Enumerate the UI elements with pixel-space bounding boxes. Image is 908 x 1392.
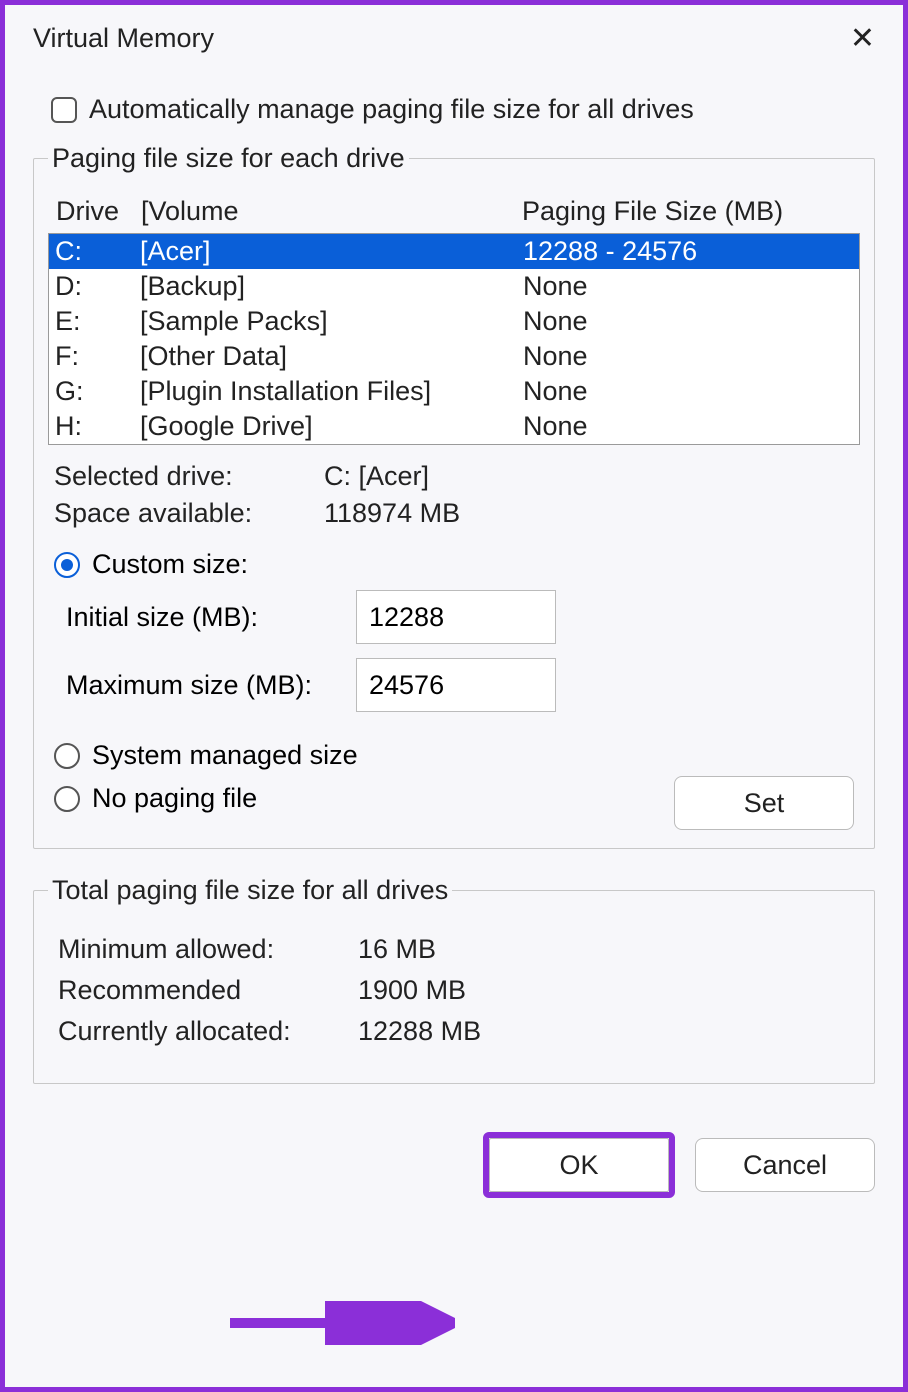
paging-per-drive-group: Paging file size for each drive Drive [V… xyxy=(33,143,875,849)
ok-button[interactable]: OK xyxy=(489,1138,669,1192)
drive-paging-size: None xyxy=(523,306,853,337)
drive-letter: F: xyxy=(55,341,140,372)
paging-per-drive-legend: Paging file size for each drive xyxy=(48,143,409,174)
currently-allocated-label: Currently allocated: xyxy=(58,1016,358,1047)
drive-volume: [Sample Packs] xyxy=(140,306,523,337)
drive-paging-size: 12288 - 24576 xyxy=(523,236,853,267)
ok-highlight: OK xyxy=(483,1132,675,1198)
drive-row[interactable]: D:[Backup]None xyxy=(49,269,859,304)
selected-drive-label: Selected drive: xyxy=(54,461,324,492)
custom-size-radio-row[interactable]: Custom size: xyxy=(48,535,860,586)
drive-row[interactable]: H:[Google Drive]None xyxy=(49,409,859,444)
drive-volume: [Other Data] xyxy=(140,341,523,372)
currently-allocated-value: 12288 MB xyxy=(358,1016,481,1047)
drive-volume: [Acer] xyxy=(140,236,523,267)
total-paging-legend: Total paging file size for all drives xyxy=(48,875,452,906)
drive-letter: C: xyxy=(55,236,140,267)
space-available-label: Space available: xyxy=(54,498,324,529)
cancel-button[interactable]: Cancel xyxy=(695,1138,875,1192)
no-paging-radio[interactable] xyxy=(54,786,80,812)
drive-volume: [Backup] xyxy=(140,271,523,302)
initial-size-label: Initial size (MB): xyxy=(66,602,356,633)
drive-paging-size: None xyxy=(523,411,853,442)
dialog-buttons: OK Cancel xyxy=(5,1110,903,1220)
minimum-allowed-label: Minimum allowed: xyxy=(58,934,358,965)
drive-letter: G: xyxy=(55,376,140,407)
system-managed-radio-row[interactable]: System managed size xyxy=(48,726,860,777)
selected-drive-value: C: [Acer] xyxy=(324,461,429,492)
header-size: Paging File Size (MB) xyxy=(522,196,852,227)
set-button[interactable]: Set xyxy=(674,776,854,830)
drive-row[interactable]: F:[Other Data]None xyxy=(49,339,859,374)
drive-volume: [Google Drive] xyxy=(140,411,523,442)
drive-paging-size: None xyxy=(523,376,853,407)
close-icon[interactable]: ✕ xyxy=(850,24,875,54)
initial-size-input[interactable] xyxy=(356,590,556,644)
auto-manage-checkbox[interactable] xyxy=(51,97,77,123)
no-paging-label: No paging file xyxy=(92,783,257,814)
drive-letter: D: xyxy=(55,271,140,302)
drive-volume: [Plugin Installation Files] xyxy=(140,376,523,407)
drive-list-header: Drive [Volume Paging File Size (MB) xyxy=(48,188,860,233)
header-volume: [Volume xyxy=(141,196,522,227)
auto-manage-label: Automatically manage paging file size fo… xyxy=(89,94,694,125)
drive-list[interactable]: C:[Acer]12288 - 24576D:[Backup]NoneE:[Sa… xyxy=(48,233,860,445)
space-available-value: 118974 MB xyxy=(324,498,460,529)
window-title: Virtual Memory xyxy=(33,23,214,54)
auto-manage-row[interactable]: Automatically manage paging file size fo… xyxy=(33,64,875,143)
drive-letter: E: xyxy=(55,306,140,337)
custom-size-radio[interactable] xyxy=(54,552,80,578)
drive-paging-size: None xyxy=(523,271,853,302)
drive-paging-size: None xyxy=(523,341,853,372)
header-drive: Drive xyxy=(56,196,141,227)
maximum-size-label: Maximum size (MB): xyxy=(66,670,356,701)
maximum-size-input[interactable] xyxy=(356,658,556,712)
recommended-label: Recommended xyxy=(58,975,358,1006)
recommended-value: 1900 MB xyxy=(358,975,466,1006)
custom-size-label: Custom size: xyxy=(92,549,248,580)
annotation-arrow-icon xyxy=(225,1301,455,1345)
minimum-allowed-value: 16 MB xyxy=(358,934,436,965)
total-paging-group: Total paging file size for all drives Mi… xyxy=(33,875,875,1084)
titlebar: Virtual Memory ✕ xyxy=(5,5,903,64)
system-managed-radio[interactable] xyxy=(54,743,80,769)
drive-letter: H: xyxy=(55,411,140,442)
drive-row[interactable]: E:[Sample Packs]None xyxy=(49,304,859,339)
drive-row[interactable]: C:[Acer]12288 - 24576 xyxy=(49,234,859,269)
system-managed-label: System managed size xyxy=(92,740,358,771)
drive-row[interactable]: G:[Plugin Installation Files]None xyxy=(49,374,859,409)
